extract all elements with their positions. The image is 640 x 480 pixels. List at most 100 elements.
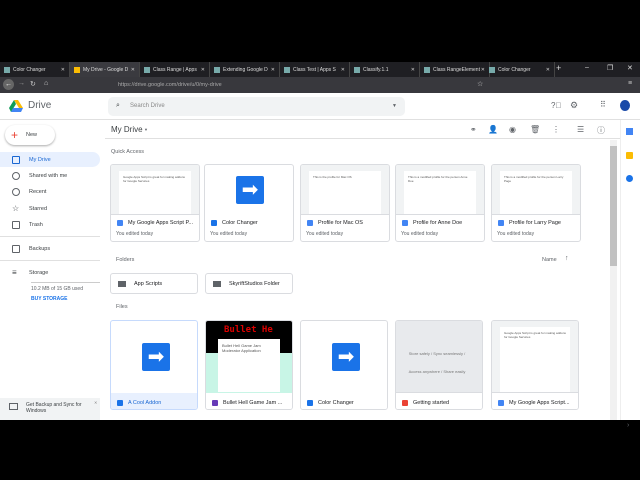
doc-file-icon — [402, 220, 408, 226]
trash-icon[interactable]: 🗑 — [530, 125, 540, 134]
add-person-icon[interactable]: 👤 — [488, 125, 498, 134]
tab-favicon — [354, 66, 360, 73]
close-icon[interactable]: ✕ — [546, 67, 550, 73]
scrollbar-thumb[interactable] — [610, 146, 617, 266]
more-vert-icon[interactable]: ⋮ — [552, 125, 560, 134]
new-button[interactable]: + New — [5, 125, 55, 145]
page-title[interactable]: My Drive — [111, 125, 143, 134]
close-window-button[interactable]: ✕ — [627, 64, 633, 72]
minimize-button[interactable]: – — [585, 64, 589, 71]
doc-file-icon — [498, 400, 504, 406]
file-card[interactable]: ➡ A Cool Addon — [110, 320, 198, 410]
file-name: Color Changer — [222, 220, 258, 226]
file-name: Bullet Hell Game Jam ... — [223, 400, 283, 406]
tab-label: Color Changer — [498, 66, 531, 73]
script-file-icon — [211, 220, 217, 226]
tab[interactable]: Class Range | Apps ✕ — [140, 62, 210, 77]
url-bar[interactable]: https://drive.google.com/drive/u/0/my-dr… — [100, 79, 510, 91]
tab[interactable]: Classify.1.1 ✕ — [350, 62, 420, 77]
tab[interactable]: Color Changer ✕ — [0, 62, 70, 77]
keep-icon[interactable] — [626, 152, 633, 159]
tab-active[interactable]: My Drive - Google D ✕ — [70, 62, 140, 77]
divider — [0, 236, 100, 237]
file-preview: Bullet Hell Game Jam Moderator Applicati… — [218, 339, 280, 392]
star-icon: ☆ — [12, 204, 20, 213]
folder-name: SkyriftStudios Folder — [229, 281, 280, 287]
close-icon[interactable]: ✕ — [94, 400, 97, 405]
app-name: Drive — [28, 100, 52, 111]
tab[interactable]: Class RangeElement ✕ — [420, 62, 490, 77]
restore-button[interactable]: ❐ — [607, 64, 613, 72]
file-name: My Google Apps Script P... — [128, 220, 194, 226]
search-options-icon[interactable]: ▼ — [392, 103, 397, 109]
quick-access-label: Quick Access — [111, 149, 145, 155]
shared-folder-icon — [213, 281, 221, 287]
tab[interactable]: Color Changer ✕ — [485, 62, 555, 77]
tasks-icon[interactable] — [626, 175, 633, 182]
sidebar-item-storage[interactable]: ≡ Storage — [0, 265, 100, 280]
sidebar-item-my-drive[interactable]: My Drive — [0, 152, 100, 167]
tab[interactable]: Class Test | Apps S ✕ — [280, 62, 350, 77]
sort-name-button[interactable]: Name — [542, 257, 557, 263]
info-icon[interactable]: ⓘ — [597, 125, 605, 136]
file-card[interactable]: Store safely / Sync seamlessly / Access … — [395, 320, 483, 410]
close-icon[interactable]: ✕ — [131, 67, 135, 73]
preview-eye-icon[interactable]: ◉ — [509, 125, 516, 134]
sidebar-item-recent[interactable]: Recent — [0, 184, 100, 199]
search-icon[interactable]: ⌕ — [116, 102, 120, 110]
folder-card[interactable]: SkyriftStudios Folder — [205, 273, 293, 294]
sidebar-item-label: My Drive — [29, 156, 51, 163]
calendar-icon[interactable] — [626, 128, 633, 135]
backup-sync-banner[interactable]: Get Backup and Sync for Windows ✕ — [0, 398, 100, 420]
buy-storage-link[interactable]: BUY STORAGE — [31, 296, 68, 302]
home-button[interactable]: ⌂ — [44, 80, 48, 87]
search-input[interactable]: Search Drive — [108, 97, 405, 116]
close-icon[interactable]: ✕ — [201, 67, 205, 73]
sidebar-item-trash[interactable]: Trash — [0, 217, 100, 232]
file-card[interactable]: Bullet He Bullet Hell Game Jam Moderator … — [205, 320, 293, 410]
script-file-icon — [307, 400, 313, 406]
file-preview: This is a modified profile for the perso… — [500, 171, 572, 214]
new-tab-button[interactable]: + — [556, 63, 561, 73]
forward-button[interactable]: → — [18, 80, 25, 87]
arrow-up-icon[interactable]: ↑ — [565, 255, 569, 262]
sidebar-item-shared[interactable]: Shared with me — [0, 168, 100, 183]
storage-bar — [31, 282, 100, 283]
edited-text: You edited today — [306, 231, 344, 237]
sidebar-item-backups[interactable]: Backups — [0, 241, 100, 256]
avatar[interactable] — [620, 100, 630, 111]
quick-access-card[interactable]: This is a modified profile for the perso… — [395, 164, 485, 242]
apps-script-arrow-icon: ➡ — [142, 343, 170, 371]
apps-grid-icon[interactable]: ⠿ — [600, 100, 606, 109]
file-preview: This is the profile for Mac OS — [309, 171, 381, 214]
drive-favicon — [74, 66, 80, 73]
quick-access-card[interactable]: Google Apps Script is great for making a… — [110, 164, 200, 242]
tab-favicon — [144, 66, 150, 73]
file-card[interactable]: Google Apps Script is great for making a… — [491, 320, 579, 410]
folder-card[interactable]: App Scripts — [110, 273, 198, 294]
script-file-icon — [117, 400, 123, 406]
close-icon[interactable]: ✕ — [61, 67, 65, 73]
sidebar-item-label: Backups — [29, 245, 51, 252]
settings-gear-icon[interactable]: ⚙ — [570, 100, 578, 111]
close-icon[interactable]: ✕ — [341, 67, 345, 73]
help-icon[interactable]: ?⃝ — [551, 101, 561, 110]
file-card[interactable]: ➡ Color Changer — [300, 320, 388, 410]
tab[interactable]: Extending Google D ✕ — [210, 62, 280, 77]
scrollbar[interactable] — [610, 140, 617, 420]
chevron-right-icon[interactable]: › — [627, 422, 629, 429]
close-icon[interactable]: ✕ — [411, 67, 415, 73]
link-icon[interactable]: ⚭ — [470, 125, 477, 134]
list-view-icon[interactable]: ☰ — [577, 125, 584, 134]
close-icon[interactable]: ✕ — [271, 67, 275, 73]
sidebar-item-starred[interactable]: ☆ Starred — [0, 201, 100, 216]
reload-button[interactable]: ↻ — [30, 80, 36, 88]
menu-icon[interactable]: ≡ — [628, 80, 632, 87]
file-name: A Cool Addon — [128, 400, 162, 406]
quick-access-card[interactable]: ➡ Color Changer You edited today — [204, 164, 294, 242]
quick-access-card[interactable]: This is a modified profile for the perso… — [491, 164, 581, 242]
chevron-down-icon[interactable]: ▼ — [144, 127, 148, 132]
quick-access-card[interactable]: This is the profile for Mac OS Profile fo… — [300, 164, 390, 242]
banner-text: Get Backup and Sync for Windows — [26, 402, 82, 414]
back-button[interactable]: ← — [3, 79, 14, 90]
